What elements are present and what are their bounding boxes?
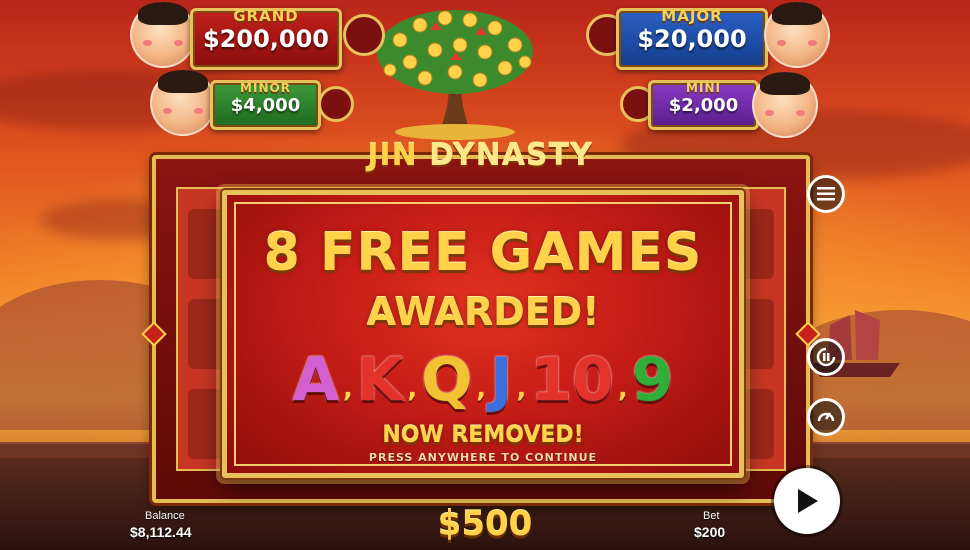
money-tree: [377, 10, 533, 140]
grand-jackpot-plaque: GRAND $200,000: [190, 7, 342, 70]
symbol-q: Q: [421, 345, 473, 415]
removed-symbols-row: A , K , Q , J , 10 , 9: [267, 340, 699, 410]
logo-dynasty: DYNASTY: [429, 138, 593, 173]
press-to-continue-text[interactable]: PRESS ANYWHERE TO CONTINUE: [227, 451, 739, 464]
symbol-separator: ,: [342, 374, 353, 404]
cloud-swirl-ornament: [343, 14, 385, 56]
symbol-k: K: [356, 345, 404, 415]
menu-button[interactable]: [807, 175, 845, 213]
grand-jackpot-label: GRAND: [233, 7, 299, 25]
mini-jackpot-value: $2,000: [668, 95, 739, 116]
minor-jackpot-plaque: MINOR $4,000: [210, 80, 321, 130]
bet-label: Bet: [703, 510, 720, 522]
bet-value[interactable]: $200: [694, 524, 725, 540]
free-games-popup[interactable]: 8 FREE GAMES AWARDED! A , K , Q , J , 10…: [222, 190, 744, 478]
autoplay-button[interactable]: [807, 338, 845, 376]
mini-character-avatar: [752, 71, 818, 138]
symbol-a: A: [292, 345, 339, 415]
logo-jin: JIN: [367, 138, 418, 173]
symbol-separator: ,: [407, 374, 418, 404]
win-amount: $500: [437, 504, 533, 544]
symbol-j: J: [490, 345, 513, 415]
now-removed-text: NOW REMOVED!: [382, 423, 584, 448]
major-jackpot-plaque: MAJOR $20,000: [616, 7, 768, 70]
game-logo: JIN DYNASTY: [355, 138, 605, 178]
symbol-10: 10: [530, 345, 614, 415]
minor-character-avatar: [150, 69, 216, 136]
mini-jackpot-plaque: MINI $2,000: [648, 80, 759, 130]
speedometer-icon: [817, 412, 835, 422]
symbol-9: 9: [631, 345, 674, 415]
minor-jackpot-label: MINOR: [240, 81, 291, 95]
major-jackpot-label: MAJOR: [661, 7, 723, 25]
autoplay-icon: [816, 347, 836, 367]
major-character-avatar: [764, 1, 830, 68]
play-icon: [798, 489, 818, 513]
symbol-separator: ,: [516, 374, 527, 404]
balance-value: $8,112.44: [130, 524, 192, 540]
mini-jackpot-label: MINI: [686, 81, 721, 95]
cloud-swirl-ornament: [318, 86, 354, 122]
balance-label: Balance: [145, 510, 185, 522]
major-jackpot-value: $20,000: [637, 25, 747, 53]
grand-character-avatar: [130, 1, 196, 68]
symbol-separator: ,: [617, 374, 628, 404]
minor-jackpot-value: $4,000: [230, 95, 301, 116]
grand-jackpot-value: $200,000: [202, 25, 329, 53]
spin-button[interactable]: [774, 468, 840, 534]
free-games-headline: 8 FREE GAMES: [263, 223, 703, 283]
symbol-separator: ,: [476, 374, 487, 404]
turbo-button[interactable]: [807, 398, 845, 436]
menu-icon: [817, 187, 835, 201]
awarded-subhead: AWARDED!: [366, 290, 600, 334]
